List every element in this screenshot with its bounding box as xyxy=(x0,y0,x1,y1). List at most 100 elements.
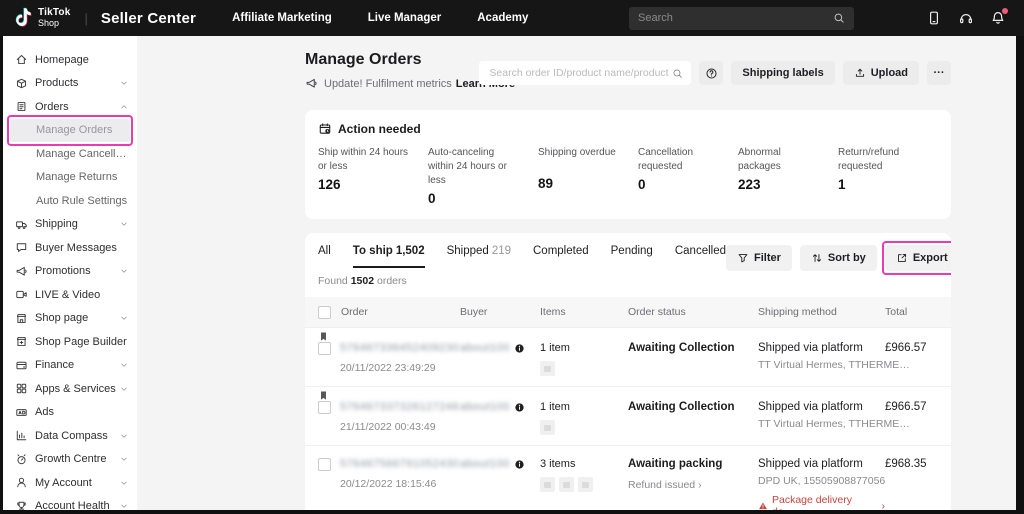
select-all-checkbox[interactable] xyxy=(318,306,331,319)
sidebar: Homepage Products Orders Manage Orders M… xyxy=(3,36,137,510)
tab-completed[interactable]: Completed xyxy=(533,245,589,268)
sort-arrows-icon xyxy=(811,252,823,264)
sidebar-item-products[interactable]: Products xyxy=(3,72,137,96)
sidebar-item-growth-centre[interactable]: Growth Centre xyxy=(3,448,137,472)
info-icon[interactable] xyxy=(514,402,525,413)
sidebar-item-my-account[interactable]: My Account xyxy=(3,471,137,495)
notifications[interactable] xyxy=(990,10,1006,26)
header-more-button[interactable]: ··· xyxy=(927,61,951,85)
storefront-icon xyxy=(15,312,28,325)
tab-cancelled[interactable]: Cancelled xyxy=(675,245,726,268)
order-date: 20/12/2022 18:15:46 xyxy=(340,478,459,490)
table-row: 576467566791052430 20/12/2022 18:15:46 a… xyxy=(305,445,951,510)
tab-to-ship[interactable]: To ship1,502 xyxy=(353,245,425,268)
bookmark-icon[interactable] xyxy=(318,331,329,342)
product-thumbnail[interactable] xyxy=(540,361,555,376)
logo-divider: | xyxy=(85,11,88,26)
tab-pending[interactable]: Pending xyxy=(611,245,653,268)
sidebar-item-shop-page-builder[interactable]: Shop Page Builder xyxy=(3,330,137,354)
megaphone-icon xyxy=(305,77,318,90)
product-thumbnail[interactable] xyxy=(578,477,593,492)
page-body: Homepage Products Orders Manage Orders M… xyxy=(3,36,1016,510)
action-needed-stats: Ship within 24 hours or less 126 Auto-ca… xyxy=(305,136,951,206)
sidebar-item-data-compass[interactable]: Data Compass xyxy=(3,424,137,448)
buyer-name-blurred: about100 xyxy=(460,401,510,413)
sidebar-item-ads[interactable]: Ads xyxy=(3,401,137,425)
filter-button[interactable]: Filter xyxy=(726,245,792,271)
stat-return-refund-requested[interactable]: Return/refund requested 1 xyxy=(838,146,938,206)
stat-ship-within-24h[interactable]: Ship within 24 hours or less 126 xyxy=(318,146,428,206)
person-icon xyxy=(15,476,28,489)
topbar-icons xyxy=(926,10,1010,26)
orders-card: All To ship1,502 Shipped219 Completed xyxy=(305,233,951,510)
order-search-input[interactable] xyxy=(489,67,672,79)
items-count: 3 items xyxy=(540,458,628,470)
chevron-down-icon xyxy=(119,431,129,441)
app-window: TikTok Shop | Seller Center Affiliate Ma… xyxy=(0,0,1024,514)
stat-cancellation-requested[interactable]: Cancellation requested 0 xyxy=(638,146,738,206)
sidebar-item-auto-rule-settings[interactable]: Auto Rule Settings xyxy=(3,189,137,213)
info-icon[interactable] xyxy=(514,459,525,470)
global-search-input[interactable] xyxy=(638,12,833,24)
card-icon xyxy=(15,359,28,372)
tiktok-shop-logo[interactable]: TikTok Shop xyxy=(14,7,71,29)
shipping-method: Shipped via platform xyxy=(758,401,885,413)
product-name[interactable]: Seller Center xyxy=(101,10,196,27)
sidebar-item-manage-cancellations[interactable]: Manage Cancellations xyxy=(3,142,137,166)
main-content: Manage Orders Update! Fulfilment metrics… xyxy=(137,36,1016,510)
export-button[interactable]: Export xyxy=(885,245,951,271)
sidebar-item-buyer-messages[interactable]: Buyer Messages xyxy=(3,236,137,260)
product-thumbnail[interactable] xyxy=(559,477,574,492)
nav-live-manager[interactable]: Live Manager xyxy=(368,12,442,24)
help-button[interactable] xyxy=(699,61,723,85)
topbar-nav: Affiliate Marketing Live Manager Academy xyxy=(196,12,528,24)
sidebar-item-apps-services[interactable]: Apps & Services xyxy=(3,377,137,401)
tab-shipped[interactable]: Shipped219 xyxy=(447,245,511,268)
search-icon[interactable] xyxy=(672,68,683,79)
refund-issued-link[interactable]: Refund issued xyxy=(628,479,758,491)
sidebar-item-shop-page[interactable]: Shop page xyxy=(3,307,137,331)
upload-button[interactable]: Upload xyxy=(843,61,919,85)
sidebar-item-manage-orders[interactable]: Manage Orders xyxy=(10,119,130,143)
tiktok-note-icon xyxy=(14,7,33,29)
stat-shipping-overdue[interactable]: Shipping overdue 89 xyxy=(538,146,638,206)
sidebar-item-orders[interactable]: Orders xyxy=(3,95,137,119)
video-icon xyxy=(15,288,28,301)
sidebar-item-manage-returns[interactable]: Manage Returns xyxy=(3,166,137,190)
bookmark-icon[interactable] xyxy=(318,390,329,401)
buyer-name-blurred: about100 xyxy=(460,342,510,354)
buyer-name-blurred: about100 xyxy=(460,458,510,470)
product-thumbnail[interactable] xyxy=(540,420,555,435)
orders-icon xyxy=(15,100,28,113)
product-thumbnail[interactable] xyxy=(540,477,555,492)
sidebar-item-account-health[interactable]: Account Health xyxy=(3,495,137,511)
sort-by-button[interactable]: Sort by xyxy=(800,245,877,271)
nav-affiliate-marketing[interactable]: Affiliate Marketing xyxy=(232,12,332,24)
nav-academy[interactable]: Academy xyxy=(477,12,528,24)
info-icon[interactable] xyxy=(514,343,525,354)
shipping-carrier: DPD UK, 15505908877056 xyxy=(758,475,885,487)
stat-auto-canceling[interactable]: Auto-canceling within 24 hours or less 0 xyxy=(428,146,538,206)
shipping-labels-button[interactable]: Shipping labels xyxy=(731,61,834,85)
tab-all[interactable]: All xyxy=(318,245,331,268)
search-icon[interactable] xyxy=(833,12,845,24)
sidebar-item-shipping[interactable]: Shipping xyxy=(3,213,137,237)
row-checkbox[interactable] xyxy=(318,458,331,471)
order-total: £966.57 xyxy=(885,342,938,354)
order-status: Awaiting Collection xyxy=(628,342,758,354)
global-search[interactable] xyxy=(629,7,854,30)
sidebar-item-homepage[interactable]: Homepage xyxy=(3,48,137,72)
sidebar-item-promotions[interactable]: Promotions xyxy=(3,260,137,284)
package-delivery-warning-link[interactable]: Package delivery de… xyxy=(758,494,885,510)
row-checkbox[interactable] xyxy=(318,342,331,355)
truck-icon xyxy=(15,218,28,231)
sidebar-item-live-video[interactable]: LIVE & Video xyxy=(3,283,137,307)
row-checkbox[interactable] xyxy=(318,401,331,414)
items-count: 1 item xyxy=(540,401,628,413)
warning-triangle-icon xyxy=(758,501,768,510)
mobile-app-icon[interactable] xyxy=(926,10,942,26)
order-search[interactable] xyxy=(479,61,691,85)
stat-abnormal-packages[interactable]: Abnormal packages 223 xyxy=(738,146,838,206)
support-headset-icon[interactable] xyxy=(958,10,974,26)
sidebar-item-finance[interactable]: Finance xyxy=(3,354,137,378)
